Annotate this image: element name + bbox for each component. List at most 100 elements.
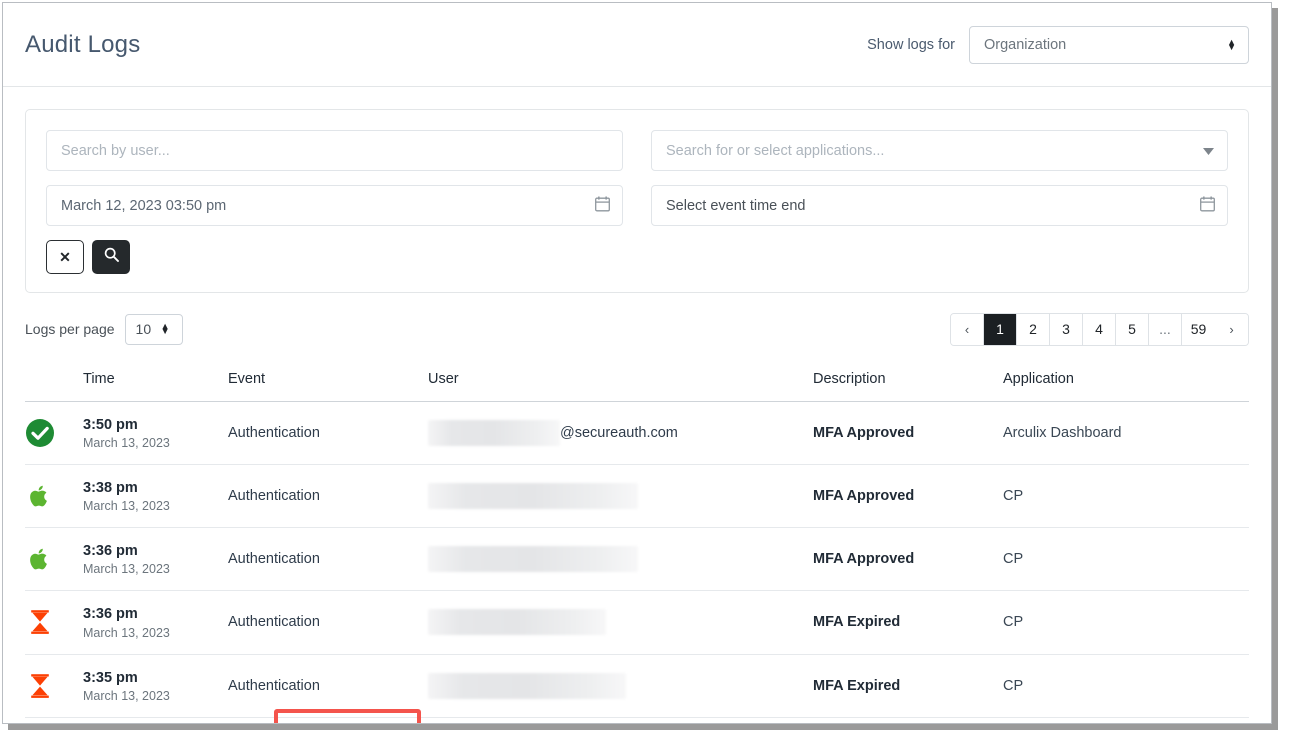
hourglass-icon [25,590,83,655]
cell-application: Arculix Dashboard [1003,401,1249,466]
organization-select[interactable]: Organization ▲ ▼ [969,25,1249,64]
cell-time: 3:35 pm March 13, 2023 [83,654,228,718]
cell-user [428,654,813,718]
apple-icon [25,464,83,529]
app-window: Audit Logs Show logs for Organization ▲ ▼… [2,2,1272,724]
cell-user [428,527,813,592]
cell-time-value: 3:36 pm [83,606,138,623]
pagination-page-4[interactable]: 4 [1083,313,1116,345]
audit-log-table-wrap: Time Event User Description Application … [25,361,1249,723]
pagination-prev[interactable]: ‹ [951,313,984,345]
pagination-page-3[interactable]: 3 [1050,313,1083,345]
cell-description: MFA Approved [813,401,1003,466]
user-value [428,609,813,636]
description-value: MFA Expired [813,677,901,694]
description-value: MFA Approved [813,551,915,568]
table-head: Time Event User Description Application [25,361,1249,402]
cell-user: @secureauth.com [428,401,813,466]
cell-description: MFA Expired [813,654,1003,718]
calendar-icon[interactable] [1200,196,1215,216]
page-title: Audit Logs [25,30,141,58]
description-value: MFA Approved [813,488,915,505]
redacted-user-block [428,546,638,573]
updown-chevron-icon: ▲ ▼ [160,321,170,336]
pagination-page-5[interactable]: 5 [1116,313,1149,345]
logs-per-page-select[interactable]: 10 ▲ ▼ [124,313,183,345]
user-value [428,483,813,510]
table-row[interactable]: 3:36 pm March 13, 2023 Authentication MFA A… [25,527,1249,592]
application-value: CP [1003,614,1024,631]
pagination-page-1[interactable]: 1 [984,313,1017,345]
clear-filters-button[interactable]: ✕ [46,240,84,274]
cell-event: Authentication [228,401,428,466]
application-value: Arculix Dashboard [1003,425,1122,442]
table-body: 3:50 pm March 13, 2023 Authentication @secu… [25,401,1249,718]
apply-search-button[interactable] [92,240,130,274]
apple-icon [25,527,83,592]
column-header-event: Event [228,361,428,402]
search-icon [104,247,119,267]
filter-actions: ✕ [46,240,1228,274]
logs-per-page-label: Logs per page [25,321,115,337]
cell-event: Authentication [228,527,428,592]
header-controls: Show logs for Organization ▲ ▼ [867,25,1249,64]
table-row[interactable]: 3:50 pm March 13, 2023 Authentication @secu… [25,401,1249,466]
column-header-time: Time [83,361,228,402]
cell-event: Authentication [228,654,428,718]
table-header-row: Time Event User Description Application [25,361,1249,402]
application-search-select[interactable]: Search for or select applications... [651,130,1228,171]
chevron-down-icon [1203,143,1214,159]
cell-application: CP [1003,590,1249,655]
cell-user [428,590,813,655]
calendar-icon[interactable] [595,196,610,216]
pagination-page-2[interactable]: 2 [1017,313,1050,345]
pagination-ellipsis: ... [1149,313,1182,345]
event-time-start-value: March 12, 2023 03:50 pm [61,197,227,214]
table-row[interactable]: 3:36 pm March 13, 2023 Authentication MFA E… [25,590,1249,655]
cell-application: CP [1003,464,1249,529]
filter-panel: Search by user... Search for or select a… [25,109,1249,293]
cell-date-value: March 13, 2023 [83,499,170,514]
page-header: Audit Logs Show logs for Organization ▲ ▼ [3,3,1271,87]
column-header-status [25,361,83,402]
check-circle-icon [25,401,83,466]
cell-event: Authentication [228,590,428,655]
application-search-placeholder: Search for or select applications... [666,142,885,159]
cell-user [428,464,813,529]
event-time-end-input[interactable]: Select event time end [651,185,1228,226]
audit-log-table: Time Event User Description Application … [25,361,1249,718]
organization-select-value: Organization [984,36,1067,53]
pagination: ‹ 1 2 3 4 5... 59 › [950,312,1249,346]
user-domain-text: @secureauth.com [560,425,678,442]
application-value: CP [1003,551,1024,568]
table-row[interactable]: 3:38 pm March 13, 2023 Authentication MFA A… [25,464,1249,529]
column-header-application: Application [1003,361,1249,402]
event-time-start-input[interactable]: March 12, 2023 03:50 pm [46,185,623,226]
column-header-user: User [428,361,813,402]
cell-time-value: 3:36 pm [83,543,138,560]
cell-time-value: 3:38 pm [83,480,138,497]
column-header-description: Description [813,361,1003,402]
hourglass-icon [25,654,83,718]
description-value: MFA Approved [813,425,915,442]
redacted-user-block [428,609,606,636]
user-search-placeholder: Search by user... [61,142,170,159]
filter-grid: Search by user... Search for or select a… [46,130,1228,226]
cell-application: CP [1003,527,1249,592]
redacted-user-block [428,483,638,510]
redacted-user-block [428,672,626,699]
screenshot-root: Audit Logs Show logs for Organization ▲ ▼… [0,0,1297,748]
close-icon: ✕ [59,248,71,265]
cell-time-value: 3:50 pm [83,417,138,433]
cell-description: MFA Expired [813,590,1003,655]
cell-time: 3:36 pm March 13, 2023 [83,590,228,655]
user-search-input[interactable]: Search by user... [46,130,623,171]
pagination-next[interactable]: › [1215,313,1248,345]
table-row[interactable]: 3:35 pm March 13, 2023 Authentication MFA E… [25,654,1249,718]
user-value: @secureauth.com [428,420,813,447]
pagination-page-59[interactable]: 59 [1182,313,1215,345]
cell-description: MFA Approved [813,464,1003,529]
cell-time-value: 3:35 pm [83,669,138,686]
cell-application: CP [1003,654,1249,718]
cell-description: MFA Approved [813,527,1003,592]
